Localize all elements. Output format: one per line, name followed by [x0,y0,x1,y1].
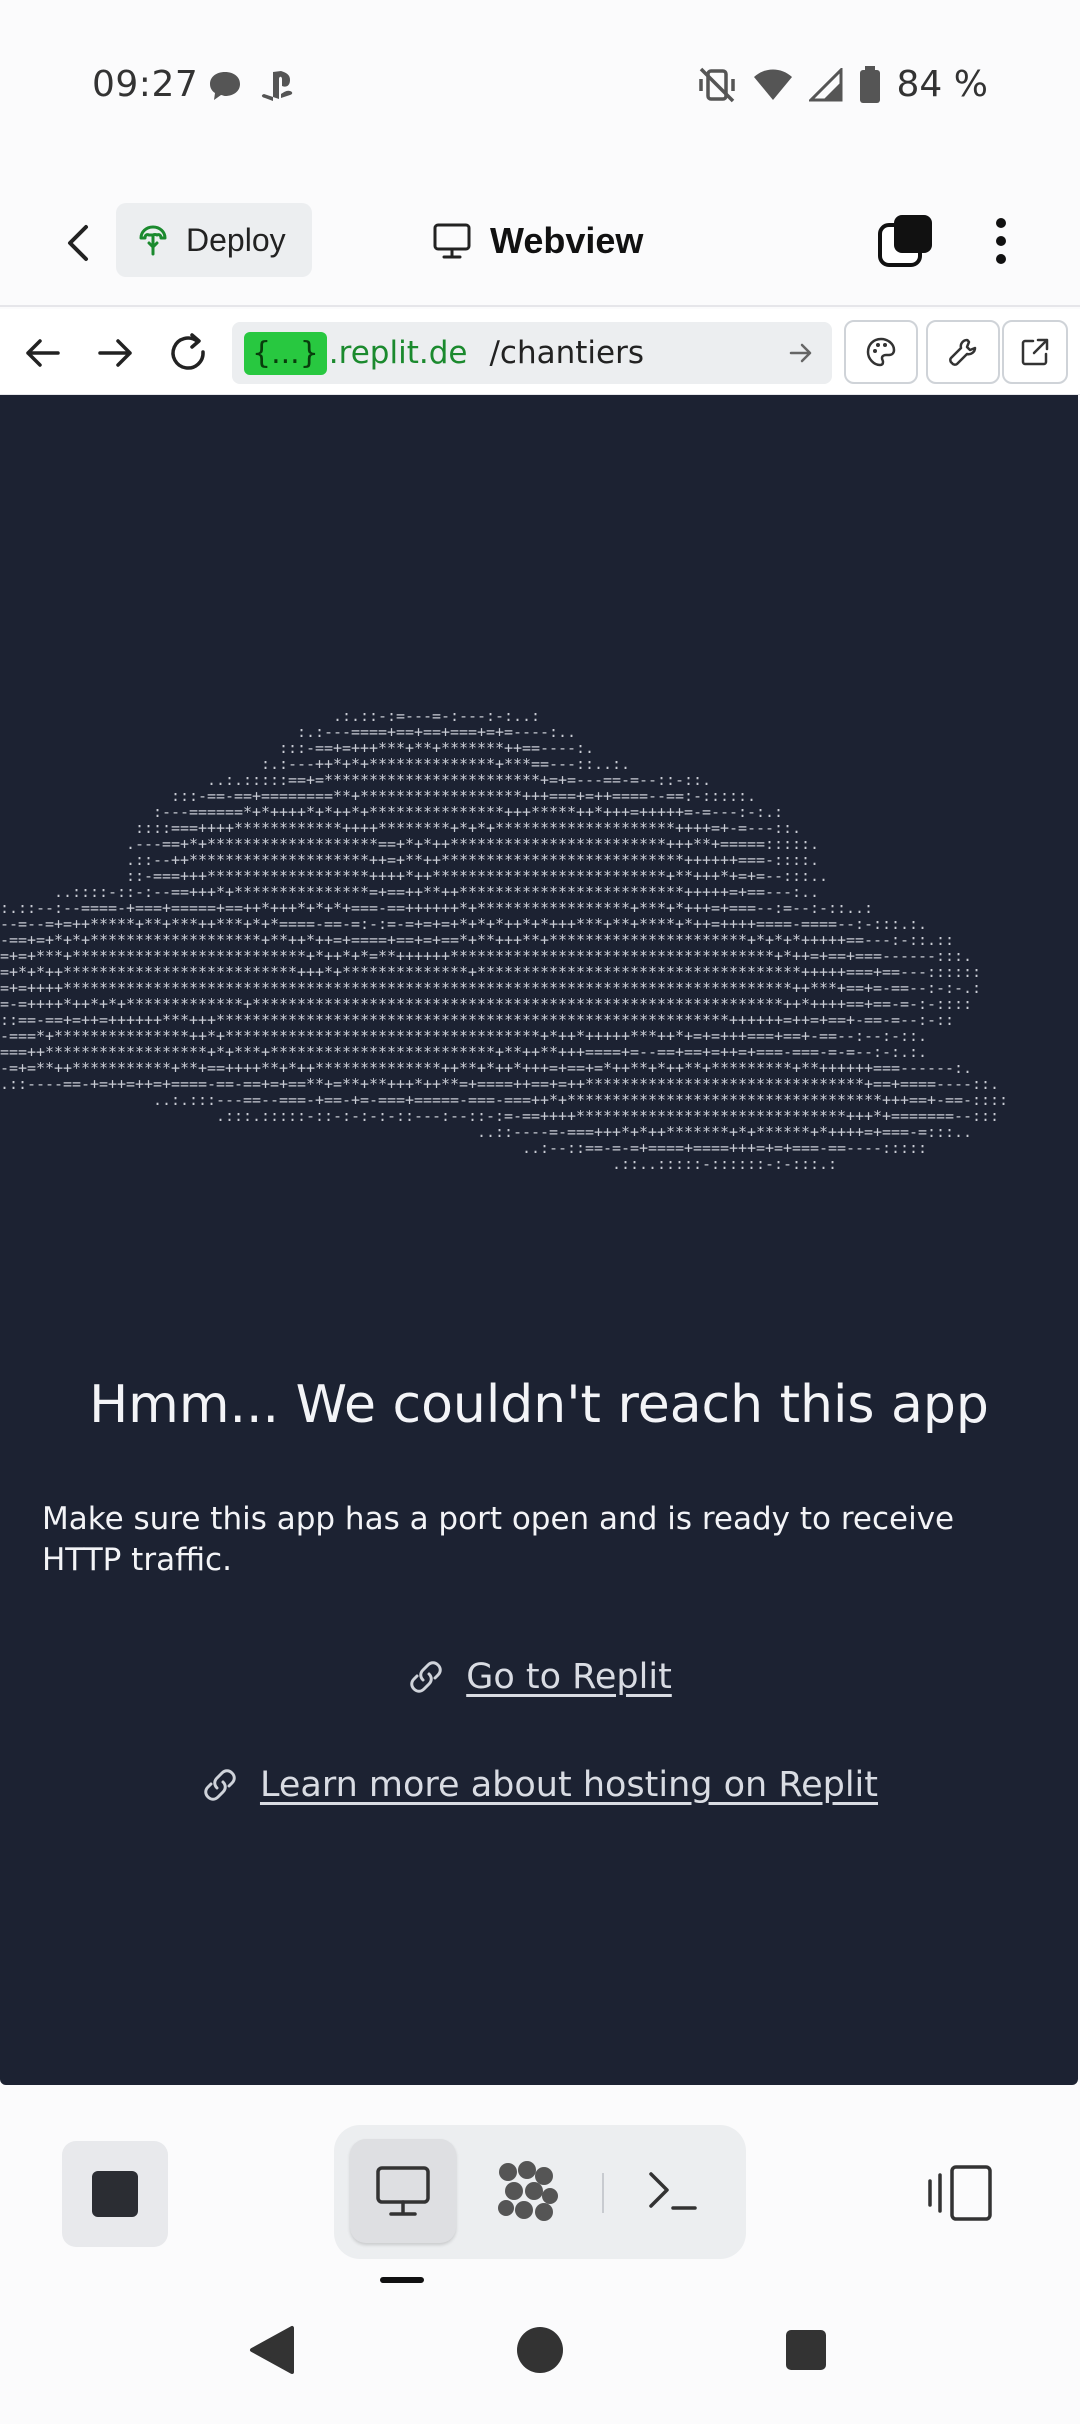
deploy-button[interactable]: Deploy [116,203,312,277]
browser-forward-icon[interactable] [92,330,138,376]
ascii-cloud-art: .:.::-:=---=-:---:-:..::.:---====+==+==+… [0,707,1008,1173]
url-bar: {...} .replit.de /chantiers [0,309,1080,395]
app-header: Deploy Webview [0,175,1080,307]
palette-icon [866,337,896,367]
layers-icon[interactable] [876,211,936,271]
vibrate-off-icon [698,67,735,102]
devtools-button[interactable] [926,320,1000,384]
webview-title-wrap: Webview [432,211,643,271]
back-chevron-icon[interactable] [50,213,110,273]
wifi-icon [753,69,792,100]
url-input[interactable]: {...} .replit.de /chantiers [232,322,832,384]
segment-divider [602,2173,604,2213]
tab-shell[interactable] [620,2139,726,2243]
stop-button[interactable] [62,2141,168,2247]
more-options-icon[interactable] [976,211,1026,271]
monitor-icon [433,223,471,259]
view-switcher [334,2125,746,2259]
go-to-replit-label[interactable]: Go to Replit [466,1657,672,1697]
hosting-docs-label[interactable]: Learn more about hosting on Replit [260,1765,878,1805]
open-external-button[interactable] [1002,320,1068,384]
url-badge: {...} [244,331,327,375]
terminal-icon [649,2172,697,2210]
webview-content: .:.::-:=---=-:---:-:..::.:---====+==+==+… [0,395,1078,2085]
tab-webview[interactable] [350,2139,456,2243]
theme-button[interactable] [844,320,918,384]
ascii-line: .::..:::::-::::::-:-:::.: [612,1155,837,1173]
monitor-icon [376,2166,430,2216]
error-description: Make sure this app has a port open and i… [42,1501,955,1578]
url-path: /chantiers [489,335,644,371]
url-go-arrow-icon[interactable] [788,340,814,366]
wrench-icon [949,338,977,366]
link-icon [410,1661,442,1693]
active-tab-indicator [380,2277,424,2283]
reload-icon[interactable] [166,330,212,376]
deploy-label: Deploy [186,221,286,258]
hosting-docs-link[interactable]: Learn more about hosting on Replit [0,1765,1078,1805]
system-home-icon[interactable] [510,2320,570,2380]
browser-back-icon[interactable] [20,330,66,376]
battery-icon [859,65,880,103]
error-title: Hmm... We couldn't reach this app [89,1375,989,1435]
external-link-icon [1021,338,1049,366]
system-recents-icon[interactable] [776,2320,836,2380]
battery-percent: 84 % [896,64,988,105]
url-domain: .replit.de [328,335,468,371]
playstation-icon [261,71,293,101]
bottom-toolbar [0,2085,1080,2275]
system-back-icon[interactable] [244,2320,304,2380]
agent-dots-icon [498,2161,558,2221]
stop-icon [92,2171,138,2217]
signal-icon [808,67,843,101]
system-navigation-bar [0,2290,1080,2424]
go-to-replit-link[interactable]: Go to Replit [0,1657,1078,1697]
status-time: 09:27 [92,64,199,105]
split-panel-icon[interactable] [926,2161,996,2225]
deploy-icon [139,225,167,256]
status-bar: 09:27 84 % [0,0,1080,175]
chat-bubble-icon [210,72,240,100]
tab-agent[interactable] [474,2139,580,2243]
page-title: Webview [490,220,644,261]
link-icon [204,1769,236,1801]
